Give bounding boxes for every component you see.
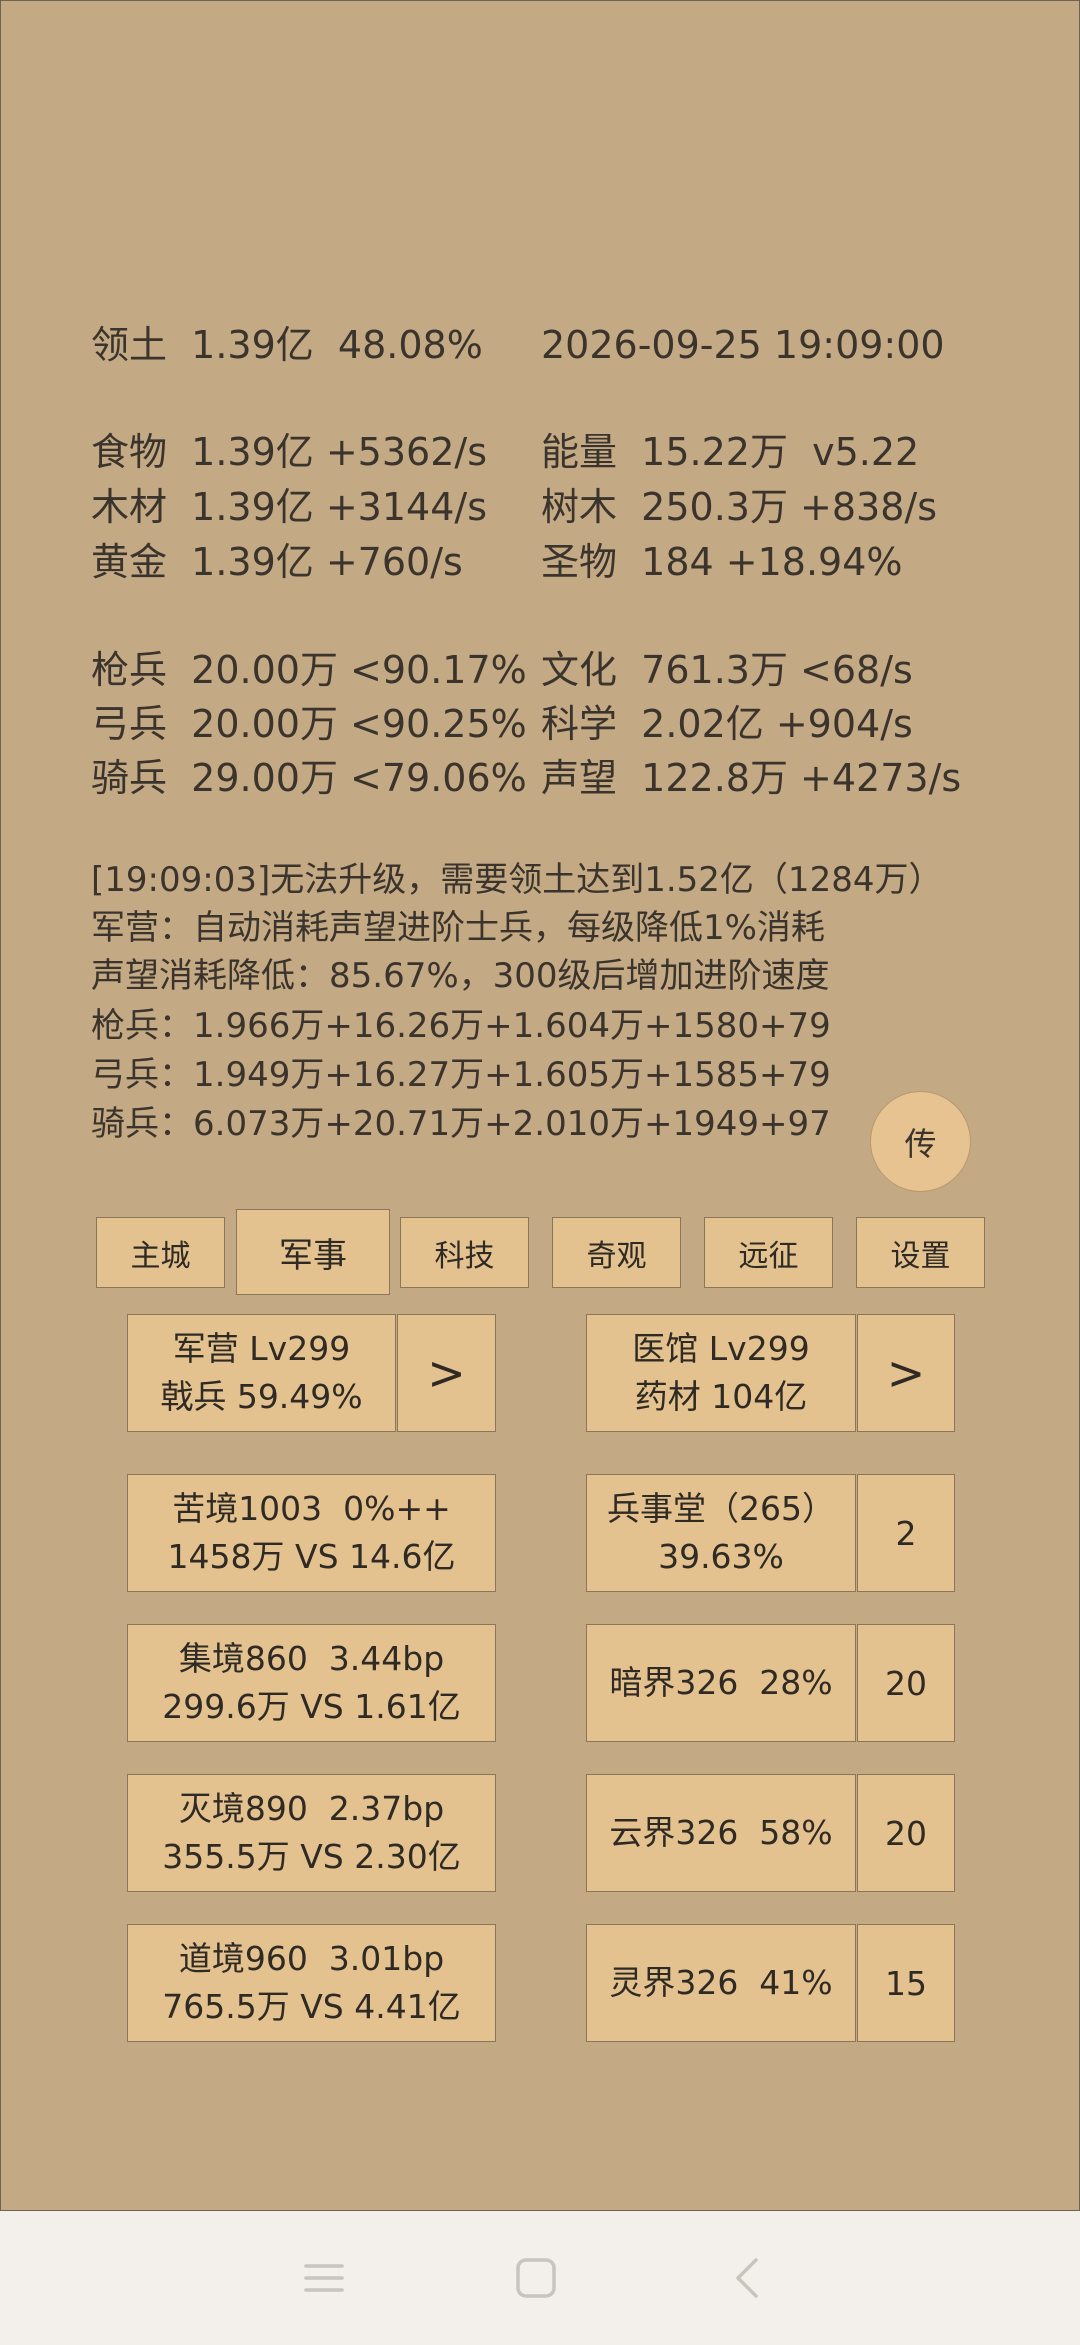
barracks-unit: 戟兵 59.49%: [160, 1377, 363, 1416]
back-chevron-icon[interactable]: [720, 2250, 776, 2306]
card-title: 灭境890 2.37bp: [178, 1789, 445, 1829]
realm-card-daojing[interactable]: 道境960 3.01bp 765.5万 VS 4.41亿: [127, 1924, 496, 2042]
spirit-realm-card[interactable]: 灵界326 41%: [586, 1924, 856, 2042]
tab-military[interactable]: 军事: [236, 1209, 390, 1295]
card-title: 苦境1003 0%++: [172, 1489, 451, 1529]
home-square-icon[interactable]: [508, 2250, 564, 2306]
hospital-open-button[interactable]: >: [857, 1314, 955, 1432]
cloud-realm-card[interactable]: 云界326 58%: [586, 1774, 856, 1892]
gold-stat: 黄金 1.39亿 +760/s: [91, 540, 463, 584]
territory-stat: 领土 1.39亿 48.08%: [91, 323, 483, 367]
archer-stat: 弓兵 20.00万 <90.25%: [91, 702, 527, 746]
tab-expedition[interactable]: 远征: [704, 1217, 833, 1288]
card-title: 云界326 58%: [609, 1813, 833, 1853]
card-detail: 1458万 VS 14.6亿: [167, 1537, 456, 1576]
card-detail: 355.5万 VS 2.30亿: [162, 1837, 461, 1876]
realm-card-jijing[interactable]: 集境860 3.44bp 299.6万 VS 1.61亿: [127, 1624, 496, 1742]
science-stat: 科学 2.02亿 +904/s: [541, 702, 913, 746]
card-title: 暗界326 28%: [609, 1663, 833, 1703]
card-detail: 299.6万 VS 1.61亿: [162, 1687, 461, 1726]
energy-stat: 能量 15.22万 v5.22: [541, 430, 920, 474]
log-line: [19:09:03]无法升级，需要领土达到1.52亿（1284万）: [91, 860, 943, 900]
card-title: 道境960 3.01bp: [178, 1939, 445, 1979]
card-title: 集境860 3.44bp: [178, 1639, 445, 1679]
card-title: 兵事堂（265）: [607, 1489, 835, 1529]
cloud-realm-count-button[interactable]: 20: [857, 1774, 955, 1892]
spearman-stat: 枪兵 20.00万 <90.17%: [91, 648, 527, 692]
log-line: 骑兵：6.073万+20.71万+2.010万+1949+97: [91, 1104, 831, 1144]
tab-settings[interactable]: 设置: [856, 1217, 985, 1288]
prestige-stat: 声望 122.8万 +4273/s: [541, 756, 962, 800]
barracks-card[interactable]: 军营 Lv299 戟兵 59.49%: [127, 1314, 396, 1432]
tab-technology[interactable]: 科技: [400, 1217, 529, 1288]
log-line: 弓兵：1.949万+16.27万+1.605万+1585+79: [91, 1055, 831, 1095]
hospital-card[interactable]: 医馆 Lv299 药材 104亿: [586, 1314, 856, 1432]
trees-stat: 树木 250.3万 +838/s: [541, 485, 937, 529]
transfer-round-button[interactable]: 传: [870, 1091, 971, 1192]
military-hall-count-button[interactable]: 2: [857, 1474, 955, 1592]
spirit-realm-count-button[interactable]: 15: [857, 1924, 955, 2042]
culture-stat: 文化 761.3万 <68/s: [541, 648, 913, 692]
menu-icon[interactable]: [296, 2250, 352, 2306]
card-title: 灵界326 41%: [609, 1963, 833, 2003]
hospital-level: 医馆 Lv299: [632, 1329, 810, 1369]
wood-stat: 木材 1.39亿 +3144/s: [91, 485, 487, 529]
log-line: 声望消耗降低：85.67%，300级后增加进阶速度: [91, 956, 830, 996]
game-screen: 领土 1.39亿 48.08% 2026-09-25 19:09:00 食物 1…: [0, 0, 1080, 2211]
barracks-open-button[interactable]: >: [397, 1314, 496, 1432]
tab-wonders[interactable]: 奇观: [552, 1217, 681, 1288]
realm-card-miejing[interactable]: 灭境890 2.37bp 355.5万 VS 2.30亿: [127, 1774, 496, 1892]
dark-realm-card[interactable]: 暗界326 28%: [586, 1624, 856, 1742]
barracks-level: 军营 Lv299: [172, 1329, 351, 1369]
relic-stat: 圣物 184 +18.94%: [541, 540, 903, 584]
dark-realm-count-button[interactable]: 20: [857, 1624, 955, 1742]
food-stat: 食物 1.39亿 +5362/s: [91, 430, 487, 474]
tab-main-city[interactable]: 主城: [96, 1217, 225, 1288]
log-line: 军营：自动消耗声望进阶士兵，每级降低1%消耗: [91, 908, 825, 948]
realm-card-kujing[interactable]: 苦境1003 0%++ 1458万 VS 14.6亿: [127, 1474, 496, 1592]
hospital-medicine: 药材 104亿: [634, 1377, 808, 1416]
card-detail: 39.63%: [658, 1537, 784, 1576]
log-line: 枪兵：1.966万+16.26万+1.604万+1580+79: [91, 1006, 831, 1046]
card-detail: 765.5万 VS 4.41亿: [162, 1987, 461, 2026]
military-hall-card[interactable]: 兵事堂（265） 39.63%: [586, 1474, 856, 1592]
cavalry-stat: 骑兵 29.00万 <79.06%: [91, 756, 527, 800]
datetime: 2026-09-25 19:09:00: [541, 323, 945, 367]
